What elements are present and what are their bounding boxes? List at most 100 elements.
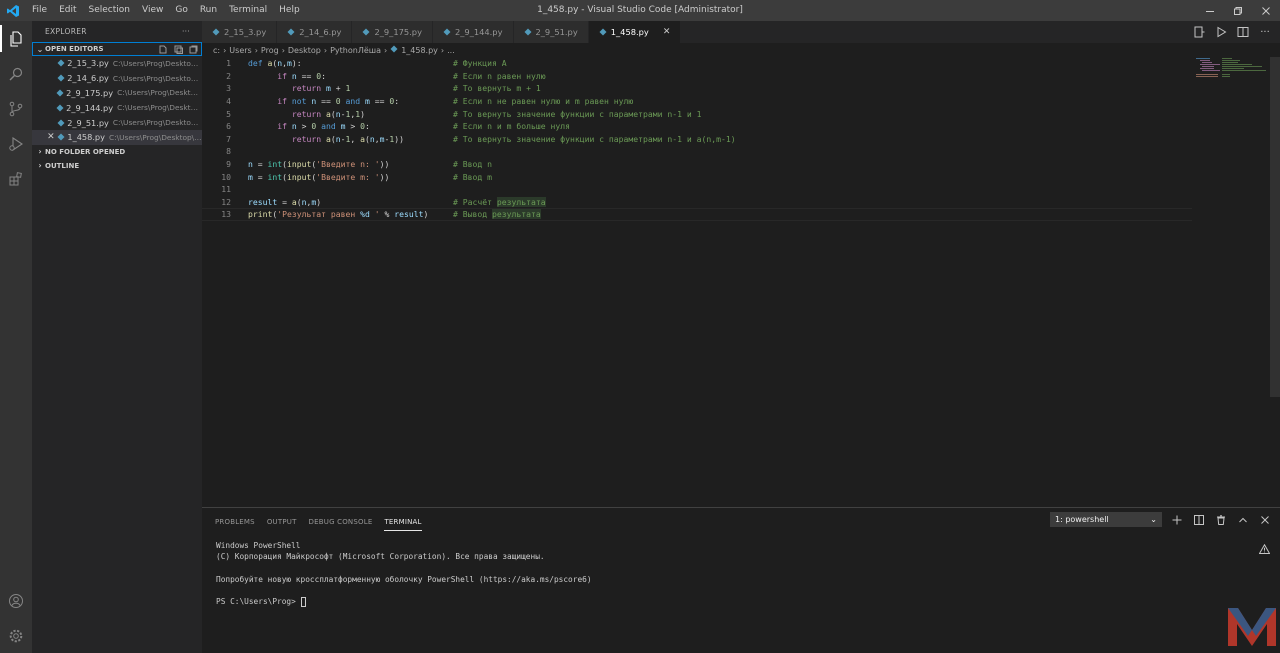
open-editor-item[interactable]: 2_9_51.py C:\Users\Prog\Desktop\...	[32, 115, 202, 130]
tab-2_9_175[interactable]: 2_9_175.py	[352, 21, 433, 43]
python-file-icon	[57, 59, 68, 67]
accounts-activity[interactable]	[0, 583, 32, 618]
code-comment: # Если n и m больше нуля	[453, 121, 570, 132]
split-editor-icon	[1237, 27, 1249, 37]
terminal-output[interactable]: Windows PowerShell (C) Корпорация Майкро…	[216, 541, 592, 609]
split-terminal-button[interactable]	[1192, 513, 1206, 527]
no-folder-section[interactable]: › NO FOLDER OPENED	[32, 145, 202, 159]
open-editor-item-active[interactable]: ✕ 1_458.py C:\Users\Prog\Desktop\P...	[32, 129, 202, 145]
chevron-right-icon: ›	[38, 161, 42, 171]
tab-2_9_144[interactable]: 2_9_144.py	[432, 21, 514, 43]
close-tab-icon[interactable]: ✕	[663, 27, 671, 37]
menu-file[interactable]: File	[26, 0, 53, 21]
open-editor-item[interactable]: 2_9_175.py C:\Users\Prog\Desktop\...	[32, 86, 202, 101]
python-file-icon	[57, 119, 68, 127]
watermark-logo	[1226, 604, 1278, 651]
tab-debug-console[interactable]: DEBUG CONSOLE	[309, 512, 373, 530]
close-all-icon	[189, 45, 197, 53]
explorer-activity[interactable]	[0, 21, 32, 56]
menu-edit[interactable]: Edit	[53, 0, 82, 21]
manage-activity[interactable]	[0, 618, 32, 653]
tab-2_14_6[interactable]: 2_14_6.py	[277, 21, 353, 43]
terminal-select[interactable]: 1: powershell ⌄	[1050, 512, 1162, 527]
code-comment: # Ввод m	[453, 171, 492, 182]
tab-problems[interactable]: PROBLEMS	[215, 512, 255, 530]
editor-more-button[interactable]: ···	[1258, 25, 1272, 39]
save-all-button[interactable]	[173, 44, 183, 54]
tab-output[interactable]: OUTPUT	[267, 512, 297, 530]
close-all-button[interactable]	[188, 44, 198, 54]
warning-icon[interactable]	[1258, 543, 1271, 557]
menu-help[interactable]: Help	[273, 0, 306, 21]
terminal-cursor	[300, 597, 306, 608]
tab-2_9_51[interactable]: 2_9_51.py	[513, 21, 589, 43]
breadcrumb-item[interactable]: Users	[229, 46, 251, 55]
outline-section[interactable]: › OUTLINE	[32, 159, 202, 173]
code-line: 9 n = int(input('Введите n: ')) # Ввод n	[202, 158, 1192, 171]
play-icon	[1217, 26, 1227, 38]
code-line: 7 return a(n-1, a(n,m-1)) # То вернуть з…	[202, 133, 1192, 146]
menu-selection[interactable]: Selection	[83, 0, 136, 21]
open-editor-item[interactable]: 2_14_6.py C:\Users\Prog\Desktop\...	[32, 71, 202, 86]
breadcrumb-item[interactable]: PythonЛёша	[330, 46, 381, 55]
tab-label: 2_9_175.py	[374, 27, 422, 37]
kill-terminal-button[interactable]	[1214, 513, 1228, 527]
menu-go[interactable]: Go	[169, 0, 193, 21]
explorer-header: EXPLORER ···	[32, 21, 202, 42]
new-untitled-file-button[interactable]	[158, 44, 168, 54]
open-editor-item[interactable]: 2_9_144.py C:\Users\Prog\Desktop\...	[32, 100, 202, 115]
new-terminal-button[interactable]	[1170, 513, 1184, 527]
open-changes-button[interactable]	[1192, 25, 1206, 39]
python-file-icon	[56, 89, 66, 97]
tab-1_458[interactable]: 1_458.py ✕	[588, 21, 682, 43]
menu-terminal[interactable]: Terminal	[223, 0, 273, 21]
code-editor[interactable]: 1 def a(n,m): # Функция A 2 if n == 0: #…	[202, 57, 1270, 507]
close-window-button[interactable]	[1252, 0, 1280, 21]
source-control-activity[interactable]	[0, 91, 32, 126]
bottom-panel: PROBLEMS OUTPUT DEBUG CONSOLE TERMINAL 1…	[202, 507, 1280, 653]
open-editors-section[interactable]: ⌄ OPEN EDITORS	[32, 42, 202, 56]
breadcrumb-item[interactable]: ...	[447, 46, 455, 55]
minimize-button[interactable]	[1196, 0, 1224, 21]
gear-icon	[9, 629, 23, 642]
restore-button[interactable]	[1224, 0, 1252, 21]
code-comment: # Вывод результата	[453, 209, 541, 220]
python-file-icon	[212, 28, 220, 36]
breadcrumb-item[interactable]: c:	[213, 46, 220, 55]
breadcrumb-item[interactable]: Prog	[261, 46, 279, 55]
maximize-panel-button[interactable]	[1236, 513, 1250, 527]
run-debug-activity[interactable]	[0, 126, 32, 161]
run-file-button[interactable]	[1214, 25, 1228, 39]
open-changes-icon	[1194, 26, 1205, 38]
panel-actions: 1: powershell ⌄	[1050, 512, 1272, 527]
search-activity[interactable]	[0, 56, 32, 91]
menu-run[interactable]: Run	[194, 0, 223, 21]
python-file-icon	[599, 28, 607, 36]
breadcrumb-item[interactable]: 1_458.py	[401, 46, 438, 55]
editor-scrollbar[interactable]	[1270, 57, 1280, 397]
line-number: 5	[226, 108, 231, 119]
menu-view[interactable]: View	[136, 0, 169, 21]
code-comment: # Если n равен нулю	[453, 70, 546, 81]
open-editor-item[interactable]: 2_15_3.py C:\Users\Prog\Desktop\...	[32, 56, 202, 71]
split-editor-button[interactable]	[1236, 25, 1250, 39]
open-editor-name: 2_9_175.py	[66, 87, 114, 98]
save-all-icon	[174, 45, 183, 54]
tab-terminal[interactable]: TERMINAL	[384, 512, 422, 531]
close-editor-icon[interactable]: ✕	[45, 132, 57, 142]
line-number: 11	[221, 184, 231, 195]
code-comment: # Ввод n	[453, 159, 492, 170]
minimap[interactable]	[1196, 57, 1266, 81]
close-panel-button[interactable]	[1258, 513, 1272, 527]
more-actions-button[interactable]: ···	[182, 27, 190, 36]
extensions-icon	[9, 171, 22, 185]
line-number: 4	[226, 96, 231, 107]
open-editor-path: C:\Users\Prog\Desktop\...	[112, 118, 202, 128]
tab-2_15_3[interactable]: 2_15_3.py	[202, 21, 278, 43]
open-editor-name: 2_9_144.py	[66, 102, 114, 113]
extensions-activity[interactable]	[0, 161, 32, 196]
python-file-icon	[390, 45, 398, 55]
trash-icon	[1217, 514, 1225, 525]
breadcrumb-item[interactable]: Desktop	[288, 46, 321, 55]
open-editor-path: C:\Users\Prog\Desktop\P...	[108, 132, 202, 142]
